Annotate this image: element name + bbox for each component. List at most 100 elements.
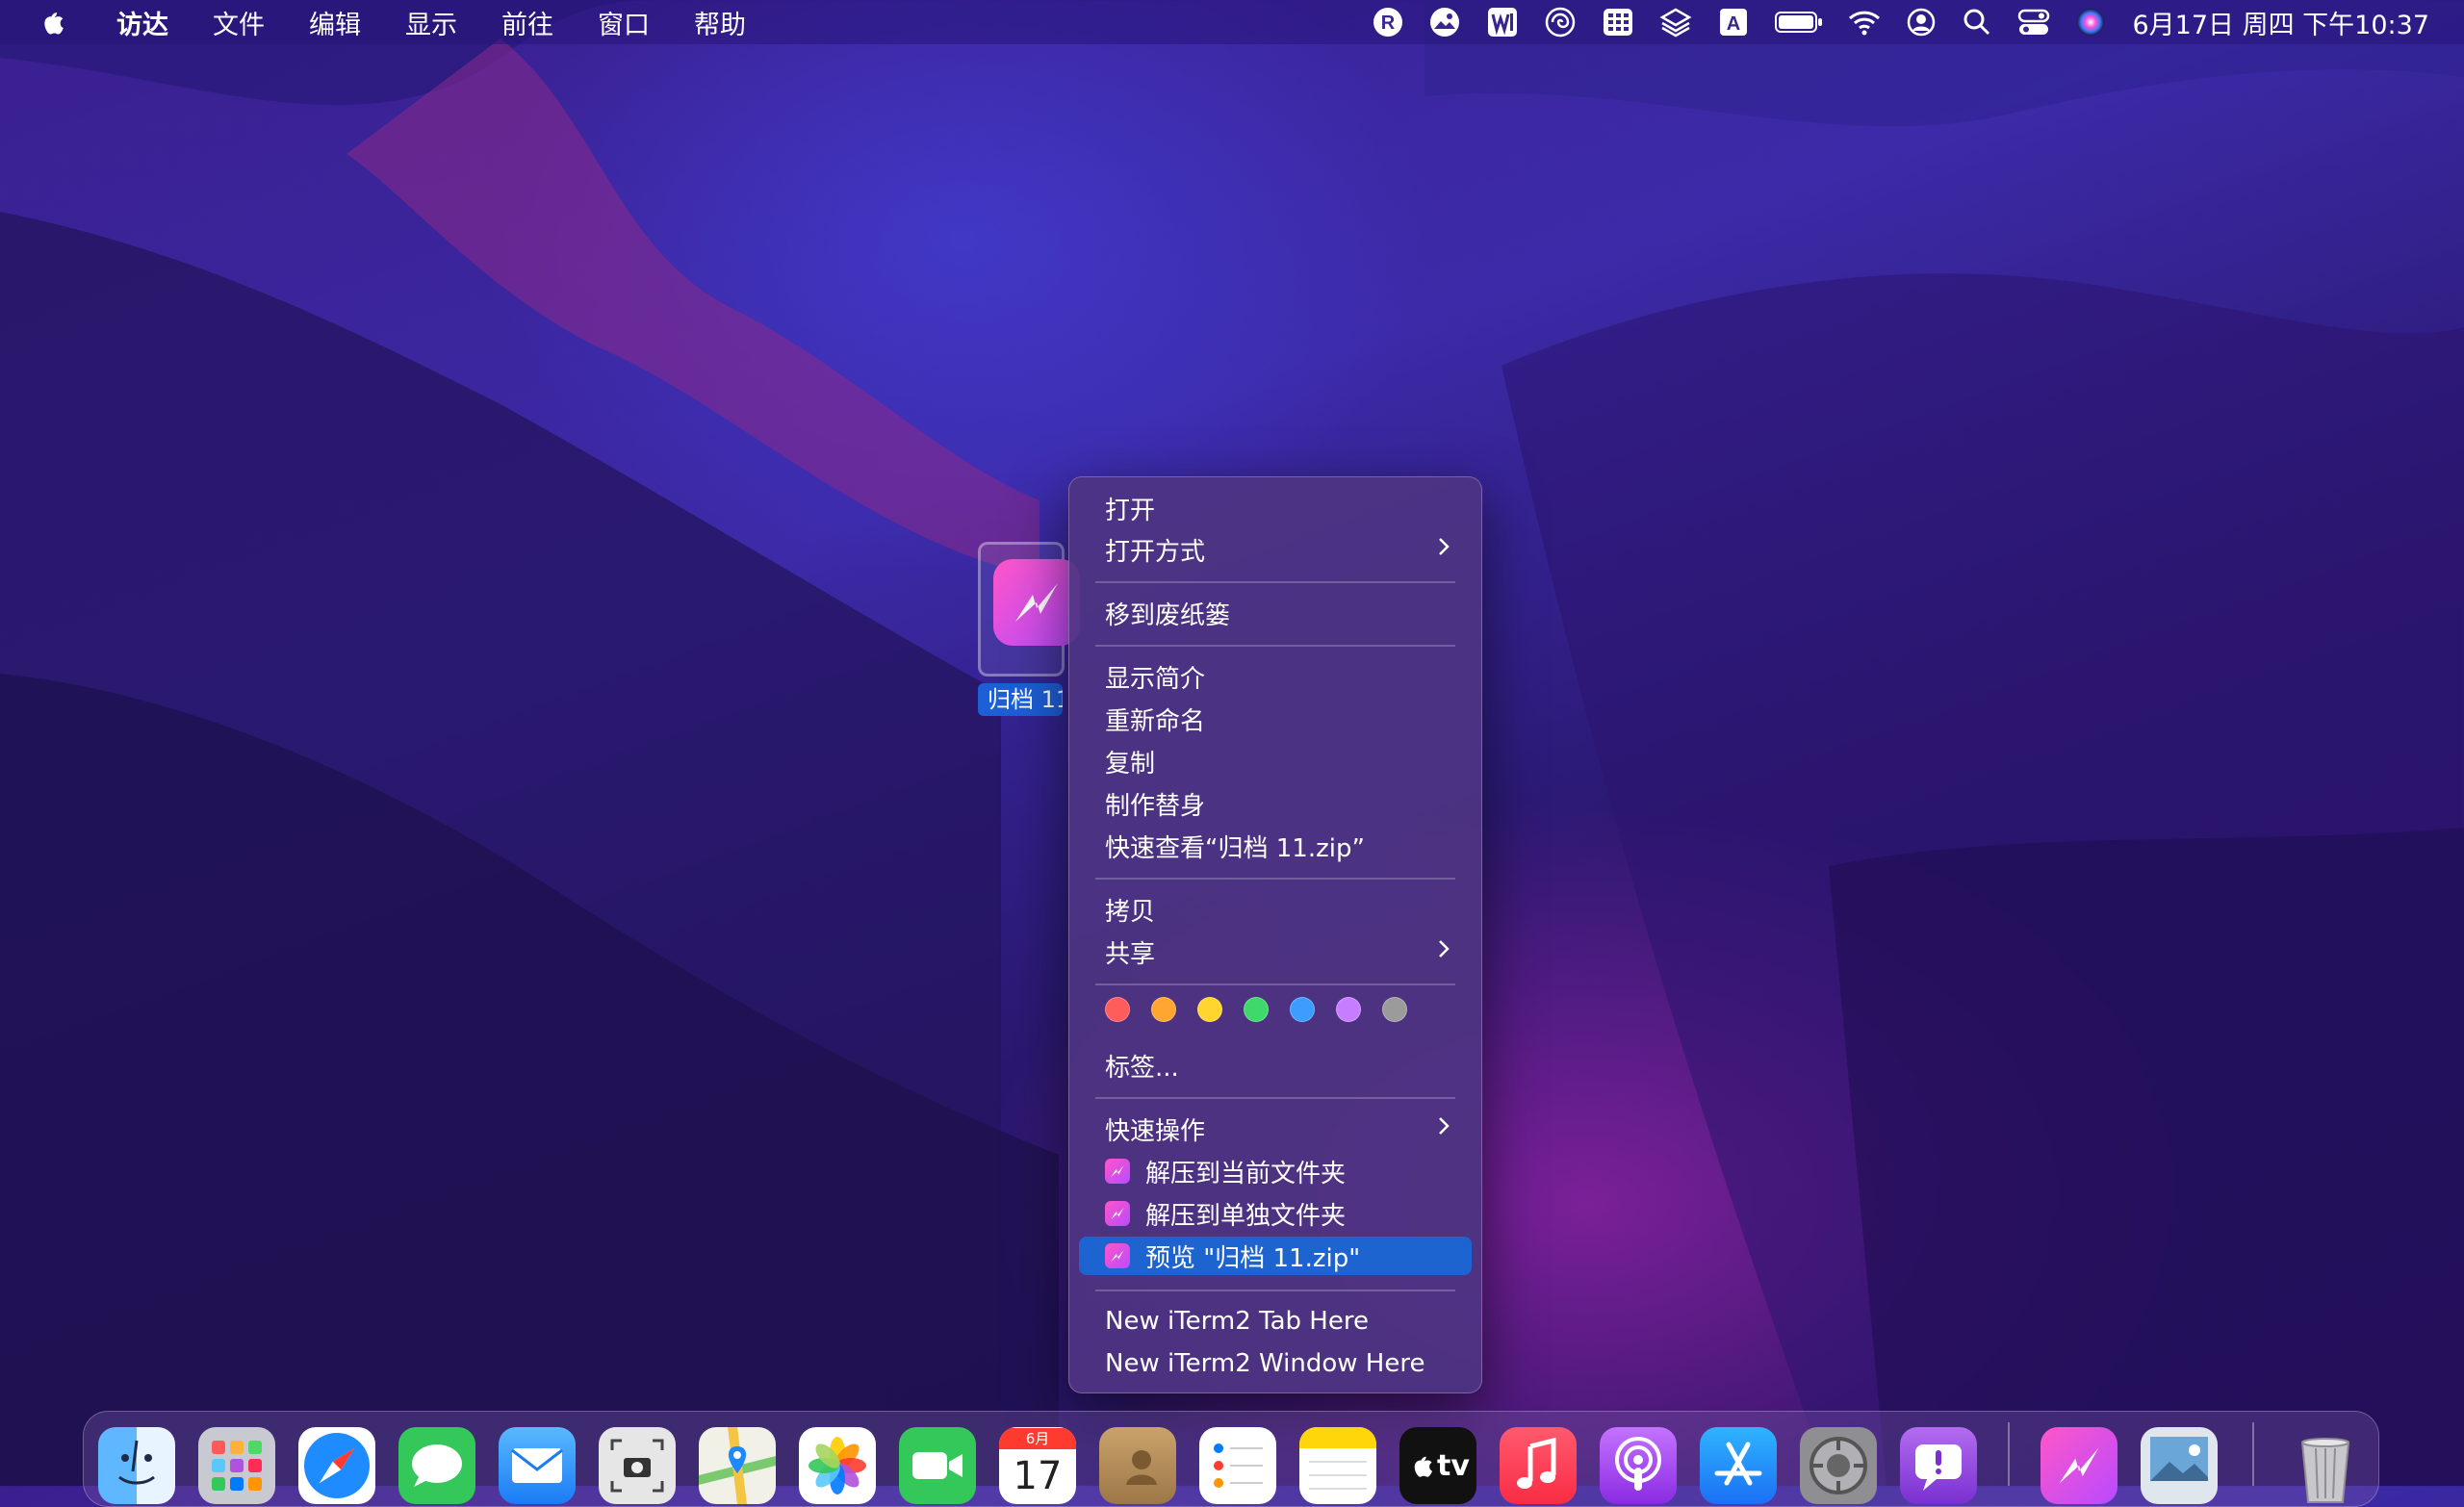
svg-text:R: R <box>1381 13 1396 34</box>
wifi-icon[interactable] <box>1847 0 1882 44</box>
battery-icon[interactable] <box>1774 0 1824 44</box>
screenshot-icon[interactable] <box>599 1427 676 1504</box>
menu-rename[interactable]: 重新命名 <box>1079 700 1472 738</box>
menu-go[interactable]: 前往 <box>479 0 576 44</box>
menu-iterm-window[interactable]: New iTerm2 Window Here <box>1079 1344 1472 1383</box>
w-icon[interactable] <box>1485 0 1520 44</box>
menu-bar: 访达 文件 编辑 显示 前往 窗口 帮助 R A 6月17日 周四 下午10:3… <box>0 0 2464 44</box>
control-center-icon[interactable] <box>2016 0 2051 44</box>
trash-icon[interactable] <box>2287 1427 2364 1504</box>
menu-move-to-trash-label: 移到废纸篓 <box>1105 600 1231 630</box>
svg-text:A: A <box>1727 13 1740 35</box>
menu-bar-clock[interactable]: 6月17日 周四 下午10:37 <box>2132 4 2429 41</box>
menu-copy-label: 拷贝 <box>1105 897 1156 927</box>
tag-color-row <box>1105 997 1428 1022</box>
menu-open[interactable]: 打开 <box>1079 489 1472 527</box>
calendar-month: 6月 <box>999 1428 1076 1449</box>
apple-icon[interactable] <box>37 6 65 38</box>
launchpad-icon[interactable] <box>198 1427 275 1504</box>
preview-icon[interactable] <box>2141 1427 2218 1504</box>
tag-green[interactable] <box>1244 997 1269 1022</box>
menu-separator <box>1095 581 1455 583</box>
a-keyboard-icon[interactable]: A <box>1716 0 1751 44</box>
menu-finder[interactable]: 访达 <box>94 0 191 44</box>
chevron-right-icon <box>1437 535 1450 564</box>
music-icon[interactable] <box>1500 1427 1577 1504</box>
menu-quick-look[interactable]: 快速查看“归档 11.zip” <box>1079 827 1472 865</box>
menu-separator <box>1095 645 1455 647</box>
menu-copy[interactable]: 拷贝 <box>1079 890 1472 929</box>
notes-icon[interactable] <box>1299 1427 1376 1504</box>
grid-icon[interactable] <box>1601 0 1635 44</box>
menu-duplicate[interactable]: 复制 <box>1079 742 1472 780</box>
tag-red[interactable] <box>1105 997 1130 1022</box>
swirl-icon[interactable] <box>1543 0 1578 44</box>
menu-view[interactable]: 显示 <box>383 0 479 44</box>
menu-duplicate-label: 复制 <box>1105 749 1156 779</box>
menu-rename-label: 重新命名 <box>1105 706 1206 736</box>
unarchiver-icon <box>1105 1201 1130 1226</box>
calendar-icon[interactable]: 6月 17 <box>999 1427 1076 1504</box>
menu-open-label: 打开 <box>1105 496 1156 525</box>
menu-preview-archive[interactable]: 预览 "归档 11.zip" <box>1079 1237 1472 1275</box>
menu-separator <box>1095 878 1455 880</box>
dock-separator <box>2008 1422 2010 1486</box>
contacts-icon[interactable] <box>1099 1427 1176 1504</box>
desktop-file-archive[interactable] <box>978 542 1080 677</box>
menu-tags[interactable]: 标签... <box>1079 1046 1472 1085</box>
menu-share-label: 共享 <box>1105 939 1156 969</box>
tag-purple[interactable] <box>1336 997 1361 1022</box>
unarchiver-icon <box>1105 1159 1130 1184</box>
menu-quick-actions[interactable]: 快速操作 <box>1079 1110 1472 1148</box>
menu-extract-here[interactable]: 解压到当前文件夹 <box>1079 1152 1472 1190</box>
messages-icon[interactable] <box>398 1427 475 1504</box>
menu-iterm-tab-label: New iTerm2 Tab Here <box>1105 1307 1369 1336</box>
safari-icon[interactable] <box>298 1427 375 1504</box>
mail-icon[interactable] <box>499 1427 576 1504</box>
apple-tv-icon[interactable]: tv <box>1399 1427 1476 1504</box>
system-preferences-icon[interactable] <box>1800 1427 1877 1504</box>
menu-open-with[interactable]: 打开方式 <box>1079 530 1472 569</box>
calendar-day: 17 <box>1013 1454 1063 1498</box>
menu-move-to-trash[interactable]: 移到废纸篓 <box>1079 594 1472 632</box>
menu-edit[interactable]: 编辑 <box>287 0 383 44</box>
tag-orange[interactable] <box>1151 997 1176 1022</box>
apple-tv-label: tv <box>1437 1448 1470 1483</box>
layers-icon[interactable] <box>1658 0 1693 44</box>
archive-file-icon <box>993 559 1080 646</box>
menu-separator <box>1095 1097 1455 1099</box>
context-menu: 打开 打开方式 移到废纸篓 显示简介 重新命名 复制 制作替身 快速查看“归档 … <box>1068 476 1482 1393</box>
user-icon[interactable] <box>1905 0 1938 44</box>
photos-icon[interactable] <box>799 1427 876 1504</box>
menu-extract-separate-label: 解压到单独文件夹 <box>1145 1201 1347 1231</box>
podcasts-icon[interactable] <box>1600 1427 1677 1504</box>
app-store-icon[interactable] <box>1700 1427 1777 1504</box>
menu-help[interactable]: 帮助 <box>672 0 768 44</box>
tag-blue[interactable] <box>1290 997 1315 1022</box>
menu-share[interactable]: 共享 <box>1079 932 1472 971</box>
tag-gray[interactable] <box>1382 997 1407 1022</box>
unarchiver-icon[interactable] <box>2040 1427 2118 1504</box>
search-icon[interactable] <box>1961 0 1993 44</box>
menu-make-alias[interactable]: 制作替身 <box>1079 784 1472 823</box>
siri-icon[interactable] <box>2074 0 2107 44</box>
maps-icon[interactable] <box>699 1427 776 1504</box>
tag-yellow[interactable] <box>1197 997 1222 1022</box>
menu-get-info[interactable]: 显示简介 <box>1079 657 1472 696</box>
picture-icon[interactable] <box>1427 0 1462 44</box>
facetime-icon[interactable] <box>899 1427 976 1504</box>
menu-file[interactable]: 文件 <box>191 0 287 44</box>
feedback-icon[interactable] <box>1900 1427 1977 1504</box>
unarchiver-icon <box>1105 1243 1130 1268</box>
r-icon[interactable]: R <box>1372 0 1404 44</box>
menu-iterm-tab[interactable]: New iTerm2 Tab Here <box>1079 1302 1472 1341</box>
menu-window[interactable]: 窗口 <box>576 0 672 44</box>
menu-separator <box>1095 983 1455 985</box>
reminders-icon[interactable] <box>1199 1427 1276 1504</box>
finder-icon[interactable] <box>98 1427 175 1504</box>
desktop-file-label[interactable]: 归档 11. <box>978 683 1063 716</box>
menu-separator <box>1095 1290 1455 1291</box>
menu-extract-separate[interactable]: 解压到单独文件夹 <box>1079 1194 1472 1233</box>
menu-quick-look-label: 快速查看“归档 11.zip” <box>1105 833 1365 863</box>
menu-extract-here-label: 解压到当前文件夹 <box>1145 1159 1347 1188</box>
